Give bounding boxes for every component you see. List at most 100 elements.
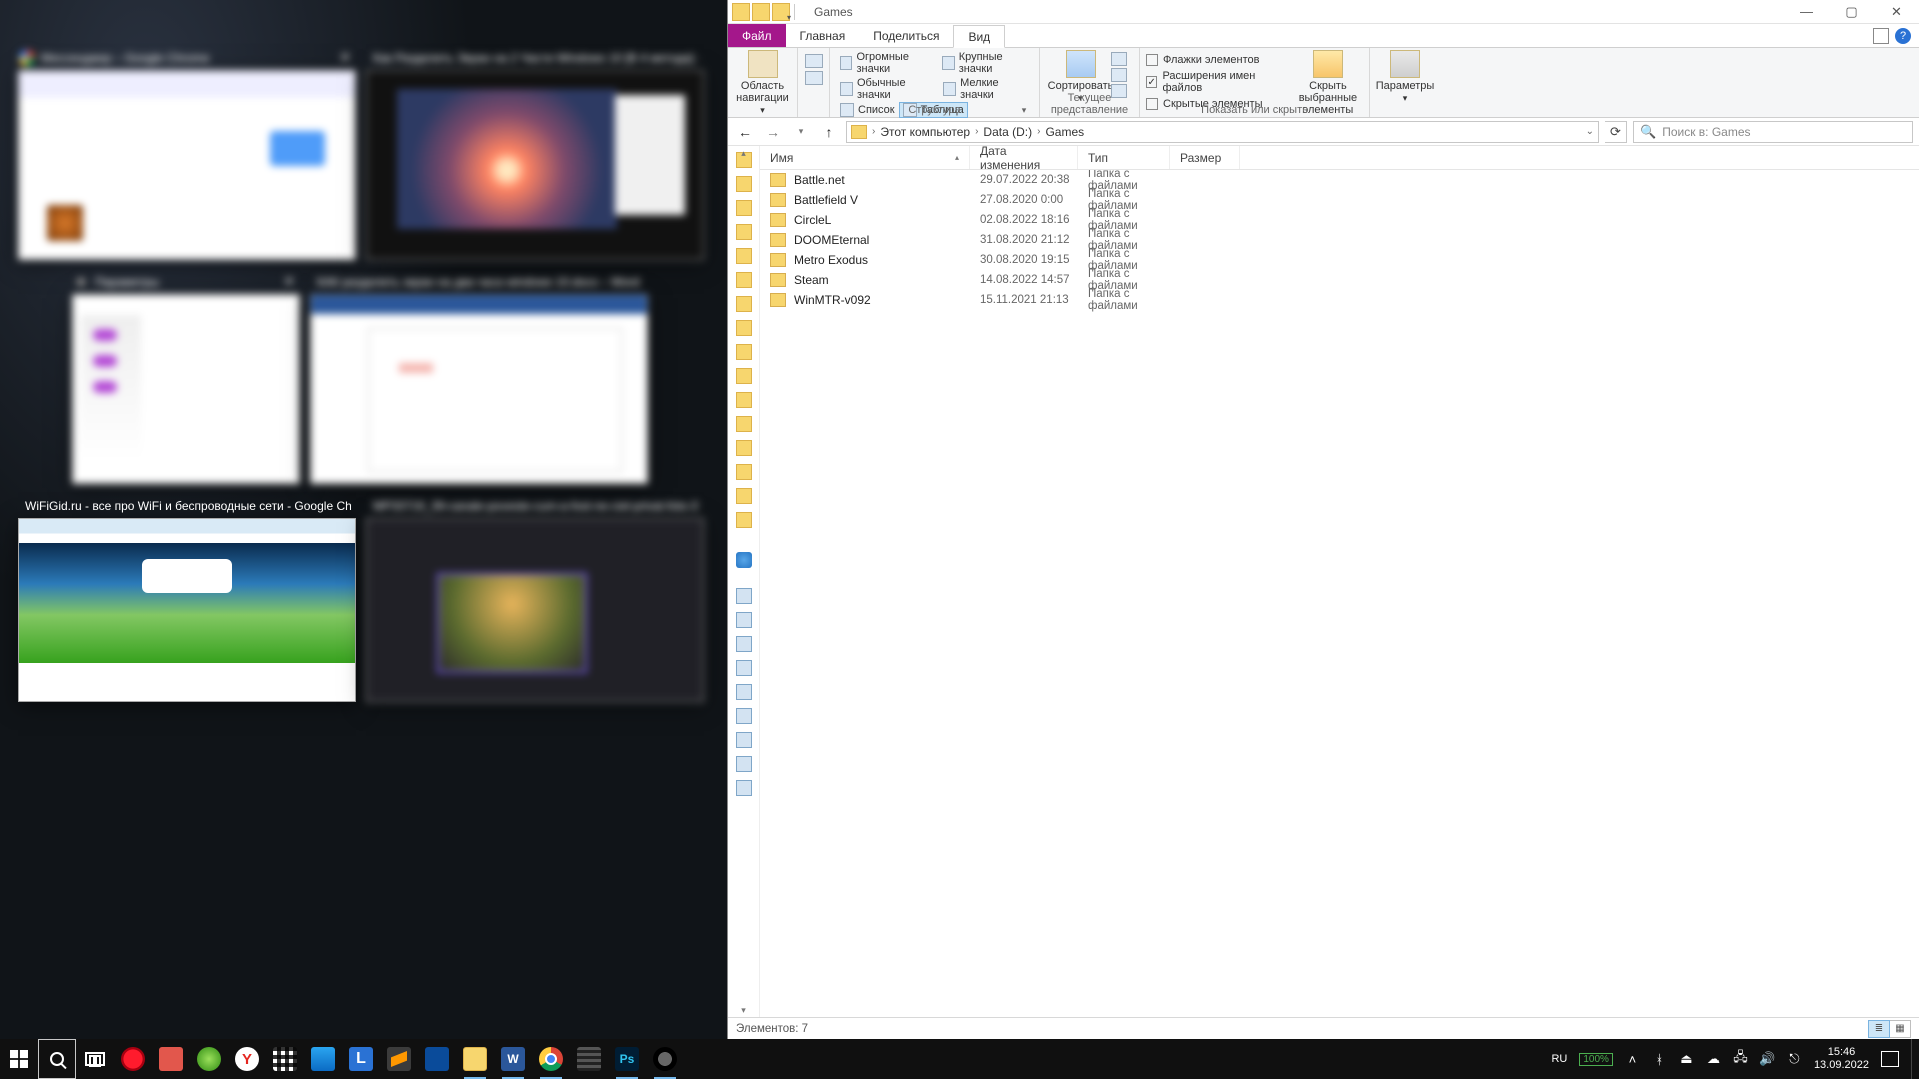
snap-tile-chrome-messenger[interactable]: Мессенджер – Google Chrome✕ <box>18 70 356 260</box>
tray-up-icon[interactable]: ˄ <box>1625 1052 1640 1067</box>
start-button[interactable] <box>0 1039 38 1079</box>
col-name[interactable]: Имя▴ <box>760 146 970 169</box>
taskbar-app-l[interactable]: L <box>342 1039 380 1079</box>
taskbar-app-cmd[interactable] <box>418 1039 456 1079</box>
col-type[interactable]: Тип <box>1078 146 1170 169</box>
quick-access-icon[interactable] <box>736 512 752 528</box>
breadcrumb-folder[interactable]: Games <box>1045 125 1084 139</box>
taskbar-app-settings[interactable] <box>646 1039 684 1079</box>
taskbar-app-word[interactable]: W <box>494 1039 532 1079</box>
onedrive-icon[interactable] <box>736 552 752 568</box>
taskbar-app-sublime[interactable] <box>380 1039 418 1079</box>
tab-share[interactable]: Поделиться <box>859 24 953 47</box>
view-thumbnails-button[interactable]: ▦ <box>1889 1020 1911 1038</box>
nav-item-icon[interactable] <box>736 684 752 700</box>
preview-pane-icon[interactable] <box>805 54 823 68</box>
quick-access-icon[interactable] <box>736 176 752 192</box>
tab-view[interactable]: Вид <box>953 25 1005 48</box>
options-button[interactable]: Параметры <box>1377 50 1433 104</box>
task-view-button[interactable] <box>76 1039 114 1079</box>
nav-item-icon[interactable] <box>736 756 752 772</box>
taskbar-app-opera[interactable] <box>114 1039 152 1079</box>
col-size[interactable]: Размер <box>1170 146 1240 169</box>
taskbar-app-store[interactable] <box>152 1039 190 1079</box>
taskbar-app-yandex[interactable] <box>228 1039 266 1079</box>
sync-icon[interactable]: ⎋ <box>1787 1052 1802 1067</box>
battery-indicator[interactable]: 100% <box>1579 1053 1613 1066</box>
col-date[interactable]: Дата изменения <box>970 146 1078 169</box>
snap-tile-photoshop[interactable]: MP33719_39-canale-poveste-cum-a-fost-ne-… <box>366 518 704 702</box>
file-row[interactable]: Steam14.08.2022 14:57Папка с файлами <box>760 270 1919 290</box>
eject-icon[interactable]: ⏏ <box>1679 1052 1694 1067</box>
tab-file[interactable]: Файл <box>728 24 786 47</box>
nav-up-button[interactable]: ↑ <box>818 121 840 143</box>
layout-medium[interactable]: Обычные значки <box>836 76 939 102</box>
quick-access-icon[interactable] <box>736 248 752 264</box>
file-row[interactable]: Metro Exodus30.08.2020 19:15Папка с файл… <box>760 250 1919 270</box>
search-input[interactable]: 🔍 Поиск в: Games <box>1633 121 1913 143</box>
check-item-flags[interactable]: Флажки элементов <box>1146 53 1291 67</box>
taskbar-app-browser[interactable] <box>190 1039 228 1079</box>
quick-access-icon[interactable] <box>736 224 752 240</box>
breadcrumb-this-pc[interactable]: Этот компьютер <box>880 125 970 139</box>
refresh-button[interactable]: ⟳ <box>1605 121 1627 143</box>
nav-tree-collapsed[interactable]: ▴ <box>728 146 760 1017</box>
nav-item-icon[interactable] <box>736 636 752 652</box>
check-file-ext[interactable]: ✓Расширения имен файлов <box>1146 69 1291 95</box>
nav-forward-button[interactable]: → <box>762 121 784 143</box>
details-pane-icon[interactable] <box>805 71 823 85</box>
taskbar-app-chrome[interactable] <box>532 1039 570 1079</box>
address-bar[interactable]: › Этот компьютер › Data (D:) › Games ⌄ <box>846 121 1599 143</box>
taskbar-app-terminal[interactable] <box>570 1039 608 1079</box>
scroll-down-icon[interactable]: ▾ <box>728 1003 759 1017</box>
quick-access-icon[interactable] <box>736 440 752 456</box>
close-icon[interactable]: ✕ <box>283 273 295 290</box>
volume-icon[interactable]: 🔊 <box>1760 1052 1775 1067</box>
folder-icon[interactable] <box>732 3 750 21</box>
close-button[interactable]: ✕ <box>1874 0 1919 24</box>
help-icon[interactable]: ? <box>1895 28 1911 44</box>
close-icon[interactable]: ✕ <box>339 49 351 66</box>
nav-recent-button[interactable]: ▾ <box>790 121 812 143</box>
collapse-ribbon-icon[interactable] <box>1873 28 1889 44</box>
taskbar-app-explorer[interactable] <box>456 1039 494 1079</box>
bluetooth-icon[interactable]: ᚼ <box>1652 1052 1667 1067</box>
quick-access-icon[interactable] <box>736 392 752 408</box>
file-row[interactable]: WinMTR-v09215.11.2021 21:13Папка с файла… <box>760 290 1919 310</box>
maximize-button[interactable]: ▢ <box>1829 0 1874 24</box>
taskbar-app-mail[interactable] <box>304 1039 342 1079</box>
minimize-button[interactable]: — <box>1784 0 1829 24</box>
taskbar-search-button[interactable] <box>38 1039 76 1079</box>
nav-item-icon[interactable] <box>736 780 752 796</box>
qat-dropdown[interactable] <box>772 3 790 21</box>
taskbar-app-photoshop[interactable]: Ps <box>608 1039 646 1079</box>
action-center-button[interactable] <box>1881 1051 1899 1067</box>
snap-tile-word[interactable]: КАК разделить экран на два часа windows … <box>310 294 648 484</box>
layout-huge[interactable]: Огромные значки <box>836 50 938 76</box>
nav-pane-button[interactable]: Область навигации <box>735 50 791 116</box>
chevron-down-icon[interactable]: ⌄ <box>1586 126 1594 137</box>
tab-home[interactable]: Главная <box>786 24 860 47</box>
taskbar-app-grid[interactable] <box>266 1039 304 1079</box>
language-indicator[interactable]: RU <box>1551 1053 1567 1065</box>
nav-item-icon[interactable] <box>736 660 752 676</box>
quick-access-icon[interactable] <box>736 488 752 504</box>
quick-access-icon[interactable] <box>736 272 752 288</box>
file-row[interactable]: DOOMEternal31.08.2020 21:12Папка с файла… <box>760 230 1919 250</box>
snap-tile-chrome-split[interactable]: Как Разделить Экран на 2 Части Windows 1… <box>366 70 704 260</box>
quick-access-icon[interactable] <box>736 200 752 216</box>
nav-back-button[interactable]: ← <box>734 121 756 143</box>
quick-access-icon[interactable] <box>736 320 752 336</box>
quick-access-icon[interactable] <box>736 344 752 360</box>
layout-small[interactable]: Мелкие значки <box>939 76 1033 102</box>
file-row[interactable]: Battlefield V27.08.2020 0:00Папка с файл… <box>760 190 1919 210</box>
show-desktop-button[interactable] <box>1911 1039 1917 1079</box>
this-pc-icon[interactable] <box>736 588 752 604</box>
file-row[interactable]: Battle.net29.07.2022 20:38Папка с файлам… <box>760 170 1919 190</box>
quick-access-icon[interactable] <box>736 296 752 312</box>
snap-tile-wifigid[interactable]: WiFiGid.ru - все про WiFi и беспроводные… <box>18 518 356 702</box>
snap-tile-settings[interactable]: Параметры✕ <box>72 294 300 484</box>
clock[interactable]: 15:46 13.09.2022 <box>1814 1046 1869 1071</box>
view-details-button[interactable]: ≣ <box>1868 1020 1890 1038</box>
qat-button[interactable] <box>752 3 770 21</box>
